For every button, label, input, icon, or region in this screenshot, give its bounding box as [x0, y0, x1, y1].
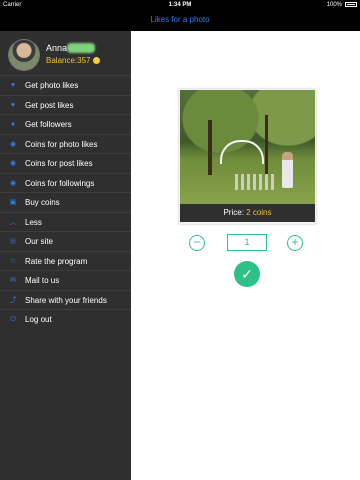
sidebar-item-coins-followings[interactable]: ◉ Coins for followings	[0, 172, 131, 193]
chevron-up-icon: ︿	[9, 218, 17, 226]
increment-button[interactable]: +	[287, 235, 303, 251]
sidebar-item-less[interactable]: ︿ Less	[0, 211, 131, 232]
sidebar-item-get-followers[interactable]: ● Get followers	[0, 114, 131, 134]
sidebar-item-label: Coins for followings	[25, 178, 95, 188]
photo-card: Price: 2 coins	[179, 89, 316, 224]
page-title: Likes for a photo	[150, 15, 210, 24]
balance-value: 357	[77, 56, 91, 65]
heart-icon: ♥	[10, 82, 16, 89]
battery-icon	[345, 2, 357, 7]
photo-detail	[220, 140, 264, 164]
star-icon: ☆	[9, 257, 17, 265]
quantity-input[interactable]: 1	[227, 234, 267, 251]
share-icon: ⤴	[9, 296, 17, 304]
photo-thumbnail	[180, 90, 315, 204]
coin-icon: ◉	[9, 140, 17, 148]
sidebar-item-label: Rate the program	[25, 256, 88, 266]
sidebar-item-mail[interactable]: ✉ Mail to us	[0, 270, 131, 290]
sidebar-item-coins-post-likes[interactable]: ◉ Coins for post likes	[0, 153, 131, 173]
sidebar-item-our-site[interactable]: ◎ Our site	[0, 231, 131, 251]
price-bar: Price: 2 coins	[180, 204, 315, 222]
cart-icon: ▣	[9, 199, 17, 206]
photo-detail	[235, 174, 275, 190]
status-time: 1:34 PM	[168, 2, 192, 8]
photo-detail	[282, 152, 293, 188]
sidebar-item-rate[interactable]: ☆ Rate the program	[0, 250, 131, 271]
decrement-button[interactable]: −	[189, 235, 205, 251]
username-redaction	[67, 43, 95, 53]
price-value: 2 coins	[246, 208, 272, 217]
sidebar-item-share[interactable]: ⤴ Share with your friends	[0, 289, 131, 310]
balance-label: Balance:	[46, 56, 78, 65]
coin-icon: ◉	[9, 179, 17, 187]
sidebar-item-label: Get photo likes	[25, 81, 79, 90]
logout-icon: ⏻	[10, 316, 16, 323]
mail-icon: ✉	[10, 277, 16, 284]
sidebar-item-label: Coins for post likes	[25, 159, 93, 168]
checkmark-icon: ✓	[241, 266, 253, 282]
globe-icon: ◎	[9, 238, 17, 245]
confirm-button[interactable]: ✓	[234, 261, 260, 287]
sidebar-item-label: Our site	[25, 237, 54, 246]
sidebar-item-label: Get followers	[25, 120, 72, 129]
sidebar-item-coins-photo-likes[interactable]: ◉ Coins for photo likes	[0, 133, 131, 154]
coin-icon: ◉	[9, 160, 17, 167]
navigation-bar: Likes for a photo	[0, 10, 360, 31]
sidebar-item-label: Less	[25, 217, 42, 227]
avatar[interactable]	[9, 40, 39, 70]
coin-icon	[92, 57, 100, 65]
sidebar-item-label: Log out	[25, 315, 52, 324]
sidebar-menu: ♥ Get photo likes ♥ Get post likes ● Get…	[0, 75, 131, 329]
status-bar: Carrier 1:34 PM 100%	[0, 0, 360, 10]
sidebar-item-label: Coins for photo likes	[25, 139, 98, 149]
balance: Balance:357	[46, 56, 100, 65]
sidebar-item-label: Share with your friends	[25, 295, 107, 305]
quantity-stepper: − 1 +	[189, 233, 307, 253]
user-icon: ●	[10, 121, 16, 128]
battery-percent: 100%	[326, 2, 342, 8]
photo-detail	[265, 115, 268, 175]
sidebar-item-buy-coins[interactable]: ▣ Buy coins	[0, 192, 131, 212]
user-profile[interactable]: Anna Balance:357	[0, 31, 131, 75]
sidebar-item-log-out[interactable]: ⏻ Log out	[0, 309, 131, 329]
heart-icon: ♥	[10, 101, 16, 109]
sidebar-item-label: Buy coins	[25, 198, 60, 207]
sidebar-item-label: Get post likes	[25, 100, 74, 110]
photo-detail	[208, 120, 212, 175]
price-label: Price:	[223, 208, 244, 217]
sidebar: Anna Balance:357 ♥ Get photo likes ♥ Get…	[0, 31, 131, 480]
username: Anna	[46, 43, 68, 53]
sidebar-item-get-photo-likes[interactable]: ♥ Get photo likes	[0, 75, 131, 95]
main-content: Price: 2 coins − 1 + ✓	[131, 31, 360, 480]
sidebar-item-label: Mail to us	[25, 276, 60, 285]
sidebar-item-get-post-likes[interactable]: ♥ Get post likes	[0, 94, 131, 115]
